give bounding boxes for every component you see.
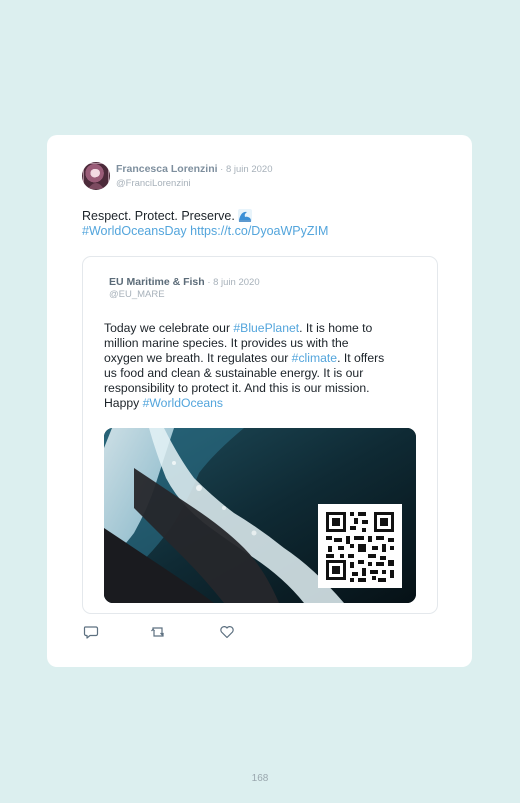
quoted-tweet-text: Today we celebrate our #BluePlanet. It i… — [104, 321, 422, 411]
quoted-text-line: responsibility to protect it. And this i… — [104, 381, 370, 395]
hashtag-world-oceans[interactable]: #WorldOceans — [143, 396, 223, 410]
quoted-text-line: oxygen we breath. It regulates our #clim… — [104, 351, 422, 366]
tweet-card: Francesca Lorenzini · 8 juin 2020 @Franc… — [47, 135, 472, 667]
quoted-author-line: EU Maritime & Fish · 8 juin 2020 — [109, 276, 260, 288]
quoted-text-segment: oxygen we breath. It regulates our — [104, 351, 292, 365]
qr-code — [318, 504, 402, 588]
author-handle[interactable]: @FranciLorenzini — [116, 178, 191, 189]
quoted-author-name[interactable]: EU Maritime & Fish — [109, 276, 205, 288]
tweet-date[interactable]: · 8 juin 2020 — [218, 164, 272, 175]
hashtag-climate[interactable]: #climate — [292, 351, 337, 365]
tweet-link[interactable]: https://t.co/DyoaWPyZIM — [187, 224, 328, 238]
quoted-text-segment: Happy — [104, 396, 143, 410]
like-icon[interactable] — [219, 624, 235, 640]
wave-icon — [238, 209, 253, 222]
tweet-text: Respect. Protect. Preserve. #WorldOceans… — [82, 209, 328, 239]
hashtag-blue-planet[interactable]: #BluePlanet — [233, 321, 299, 335]
quoted-author-handle[interactable]: @EU_MARE — [109, 289, 165, 300]
quoted-tweet-date[interactable]: · 8 juin 2020 — [205, 277, 259, 288]
retweet-icon[interactable] — [150, 624, 166, 640]
author-name[interactable]: Francesca Lorenzini — [116, 163, 218, 175]
quoted-text-line: million marine species. It provides us w… — [104, 336, 349, 350]
quoted-text-line: Today we celebrate our #BluePlanet. It i… — [104, 321, 422, 336]
hashtag-world-oceans-day[interactable]: #WorldOceansDay — [82, 224, 187, 238]
quoted-text-segment: . It offers — [337, 351, 385, 365]
author-line: Francesca Lorenzini · 8 juin 2020 — [116, 163, 272, 175]
page-number: 168 — [251, 773, 269, 784]
qr-code-graphic — [326, 512, 394, 582]
quoted-tweet[interactable]: EU Maritime & Fish · 8 juin 2020 @EU_MAR… — [82, 256, 438, 614]
quoted-media[interactable] — [104, 428, 416, 603]
quoted-text-segment: . It is home to — [299, 321, 373, 335]
quoted-text-line: Happy #WorldOceans — [104, 396, 422, 411]
quoted-text-line: us food and clean & sustainable energy. … — [104, 366, 364, 380]
avatar-photo-icon — [83, 163, 109, 189]
quoted-text-segment: Today we celebrate our — [104, 321, 234, 335]
avatar[interactable] — [82, 162, 110, 190]
tweet-text-body: Respect. Protect. Preserve. — [82, 209, 239, 223]
reply-icon[interactable] — [83, 624, 99, 640]
